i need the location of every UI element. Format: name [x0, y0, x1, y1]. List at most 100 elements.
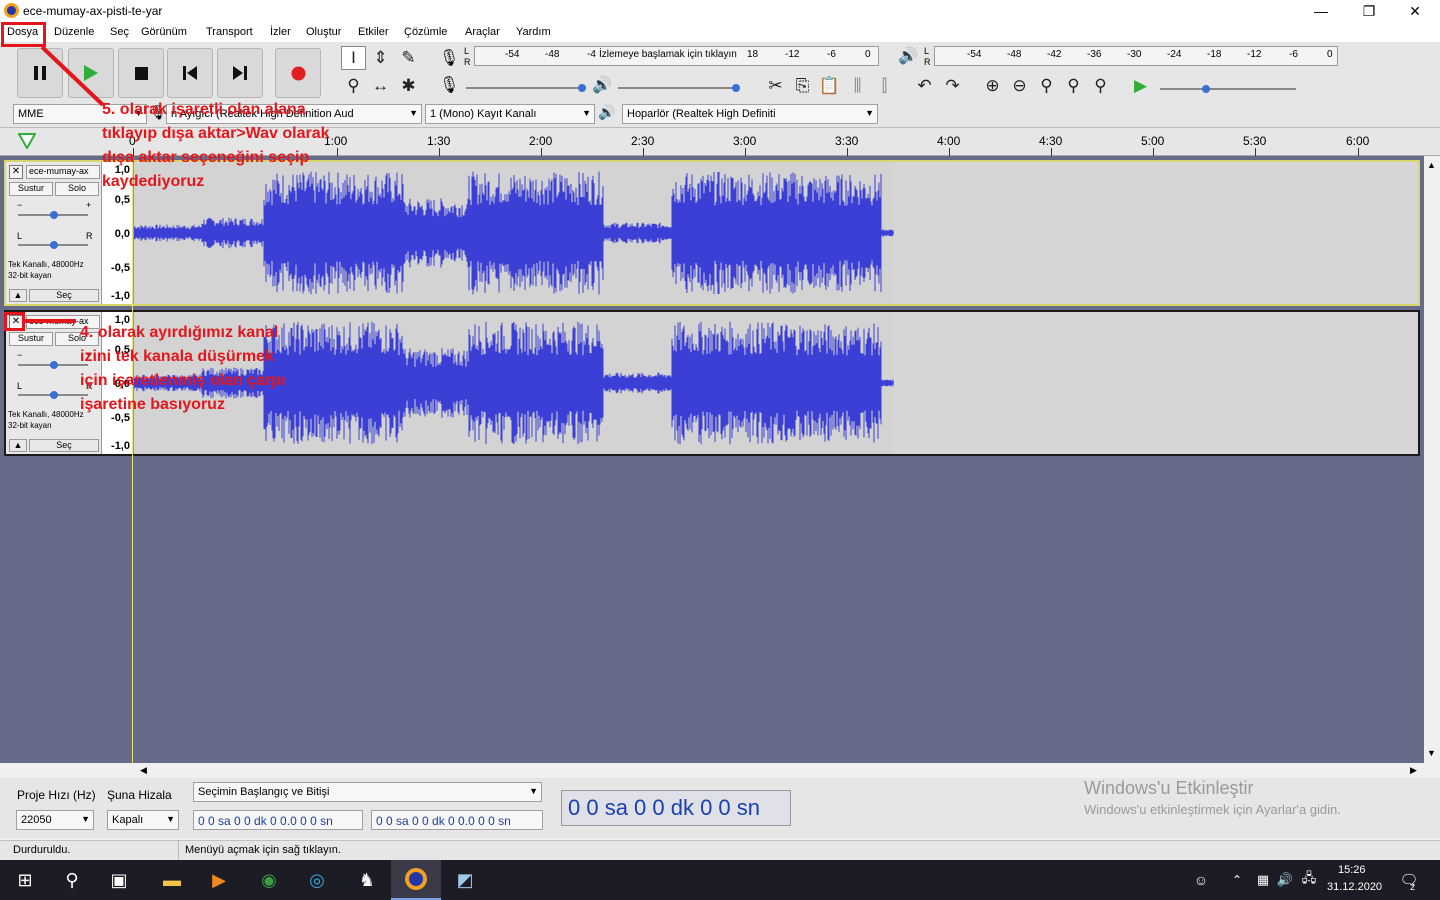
paste-icon[interactable]: 📋 [817, 74, 842, 98]
menu-cozumle[interactable]: Çözümle [404, 26, 447, 38]
selection-tool[interactable]: I [341, 46, 366, 70]
waveform-2[interactable] [133, 312, 1418, 454]
menu-etkiler[interactable]: Etkiler [358, 26, 389, 38]
media-player-icon[interactable]: ▶ [204, 866, 234, 894]
track-select-button[interactable]: Seç [29, 289, 99, 302]
network-tray-icon[interactable]: 🖧 [1294, 866, 1324, 894]
clock-date[interactable]: 31.12.2020 [1327, 881, 1382, 893]
play-tick: -54 [967, 49, 982, 60]
menu-izler[interactable]: İzler [270, 26, 291, 38]
snap-to-dropdown[interactable]: Kapalı ▼ [107, 810, 179, 830]
restore-button[interactable]: ❐ [1346, 0, 1392, 22]
menu-sec[interactable]: Seç [110, 26, 129, 38]
play-button[interactable] [68, 48, 114, 98]
skip-end-button[interactable] [217, 48, 263, 98]
close-window-button[interactable]: ✕ [1392, 0, 1438, 22]
windows-start-icon[interactable]: ⊞ [10, 866, 40, 894]
task-view-icon[interactable]: ▣ [104, 866, 134, 894]
mute-button[interactable]: Sustur [9, 332, 53, 346]
fit-selection-icon[interactable]: ⚲ [1034, 74, 1059, 98]
play-tick: -42 [1047, 49, 1062, 60]
search-icon[interactable]: ⚲ [57, 866, 87, 894]
record-meter[interactable]: -54 -48 -4 İzlemeye başlamak için tıklay… [474, 46, 879, 66]
timeshift-tool[interactable]: ↔ [368, 74, 393, 98]
gain-slider[interactable] [18, 211, 88, 219]
pause-button[interactable] [17, 48, 63, 98]
notification-count: 2 [1410, 882, 1416, 892]
vertical-scrollbar[interactable]: ▲ ▼ [1424, 156, 1440, 763]
menu-duzenle[interactable]: Düzenle [54, 26, 94, 38]
annotation-box-dosya [1, 22, 46, 47]
audio-position-display[interactable]: 0 0 sa 0 0 dk 0 0 sn [561, 790, 791, 826]
channels-dropdown[interactable]: 1 (Mono) Kayıt Kanalı ▼ [425, 104, 595, 124]
timeline-play-icon[interactable] [18, 133, 36, 149]
draw-tool[interactable]: ✎ [396, 46, 421, 70]
audacity-taskbar-button[interactable] [391, 860, 441, 900]
horizontal-scrollbar[interactable]: ◀ ▶ [136, 763, 1424, 778]
collapse-track-button[interactable]: ▲ [9, 439, 27, 452]
record-button[interactable] [275, 48, 321, 98]
undo-icon[interactable]: ↶ [912, 74, 937, 98]
track-close-button[interactable]: ✕ [9, 165, 23, 179]
trim-icon[interactable]: ⫼ [845, 74, 870, 98]
file-explorer-icon[interactable]: ▬ [157, 866, 187, 894]
solo-button[interactable]: Solo [55, 182, 99, 196]
skip-end-icon [233, 66, 247, 80]
notification-icon[interactable]: 🗨 [1394, 866, 1424, 894]
app-notes-icon[interactable]: ◩ [450, 866, 480, 894]
people-icon[interactable]: ☺ [1186, 866, 1216, 894]
zoom-toggle-icon[interactable]: ⚲ [1088, 74, 1113, 98]
app-circle-icon[interactable]: ◎ [302, 866, 332, 894]
play-speed-slider[interactable] [1160, 85, 1296, 93]
cut-icon[interactable]: ✂ [763, 74, 788, 98]
recording-volume-slider[interactable] [466, 84, 586, 92]
play-at-speed-icon[interactable]: ▶ [1128, 74, 1153, 98]
speaker-icon[interactable]: 🔊 [898, 46, 918, 66]
selection-start-time[interactable]: 0 0 sa 0 0 dk 0 0.0 0 0 sn [193, 810, 363, 830]
app-game-icon[interactable]: ♞ [352, 866, 382, 894]
menu-gorunum[interactable]: Görünüm [141, 26, 187, 38]
pan-slider[interactable] [18, 391, 88, 399]
record-meter-hint: İzlemeye başlamak için tıklayın [599, 49, 737, 60]
project-rate-dropdown[interactable]: 22050 ▼ [16, 810, 94, 830]
mute-button[interactable]: Sustur [9, 182, 53, 196]
windows-taskbar: ⊞ ⚲ ▣ ▬ ▶ ◉ ◎ ♞ ◩ ☺ ⌃ ▦ 🔊 🖧 15:26 31.12.… [0, 860, 1440, 900]
output-device-dropdown[interactable]: Hoparlör (Realtek High Definiti ▼ [622, 104, 878, 124]
tracks-area[interactable]: ✕ ece-mumay-ax Sustur Solo − + L R Tek K… [0, 156, 1424, 763]
silence-icon[interactable]: ⫿ [872, 74, 897, 98]
selection-mode-dropdown[interactable]: Seçimin Başlangıç ve Bitişi ▼ [193, 782, 542, 802]
zoom-tool[interactable]: ⚲ [341, 74, 366, 98]
clock-time[interactable]: 15:26 [1338, 864, 1366, 876]
collapse-track-button[interactable]: ▲ [9, 289, 27, 302]
redo-icon[interactable]: ↷ [940, 74, 965, 98]
stop-button[interactable] [118, 48, 164, 98]
play-tick: -6 [1289, 49, 1298, 60]
play-tick: 0 [1327, 49, 1333, 60]
selection-end-value: 0 0 sa 0 0 dk 0 0.0 0 0 sn [376, 814, 511, 828]
playback-volume-slider[interactable] [618, 84, 740, 92]
pan-right-label: R [86, 231, 93, 241]
menu-olustur[interactable]: Oluştur [306, 26, 341, 38]
multi-tool[interactable]: ✱ [396, 74, 421, 98]
gain-slider[interactable] [18, 361, 88, 369]
track-name-dropdown[interactable]: ece-mumay-ax [26, 165, 100, 179]
microphone-icon[interactable]: 🎙 [439, 48, 459, 68]
fit-project-icon[interactable]: ⚲ [1061, 74, 1086, 98]
menu-transport[interactable]: Transport [206, 26, 253, 38]
timeline-label: 4:00 [937, 134, 961, 148]
chrome-icon[interactable]: ◉ [254, 866, 284, 894]
skip-start-button[interactable] [167, 48, 213, 98]
pan-slider[interactable] [18, 241, 88, 249]
minimize-button[interactable]: — [1298, 0, 1344, 22]
menu-araclar[interactable]: Araçlar [465, 26, 500, 38]
zoom-out-icon[interactable]: ⊖ [1007, 74, 1032, 98]
timeline-label: 3:30 [835, 134, 859, 148]
selection-end-time[interactable]: 0 0 sa 0 0 dk 0 0.0 0 0 sn [371, 810, 543, 830]
envelope-tool[interactable]: ⇕ [368, 46, 393, 70]
menu-yardim[interactable]: Yardım [516, 26, 551, 38]
zoom-in-icon[interactable]: ⊕ [980, 74, 1005, 98]
snap-to-value: Kapalı [112, 814, 144, 826]
copy-icon[interactable]: ⎘ [790, 74, 815, 98]
track-select-button[interactable]: Seç [29, 439, 99, 452]
playback-meter[interactable]: -54 -48 -42 -36 -30 -24 -18 -12 -6 0 [934, 46, 1338, 66]
